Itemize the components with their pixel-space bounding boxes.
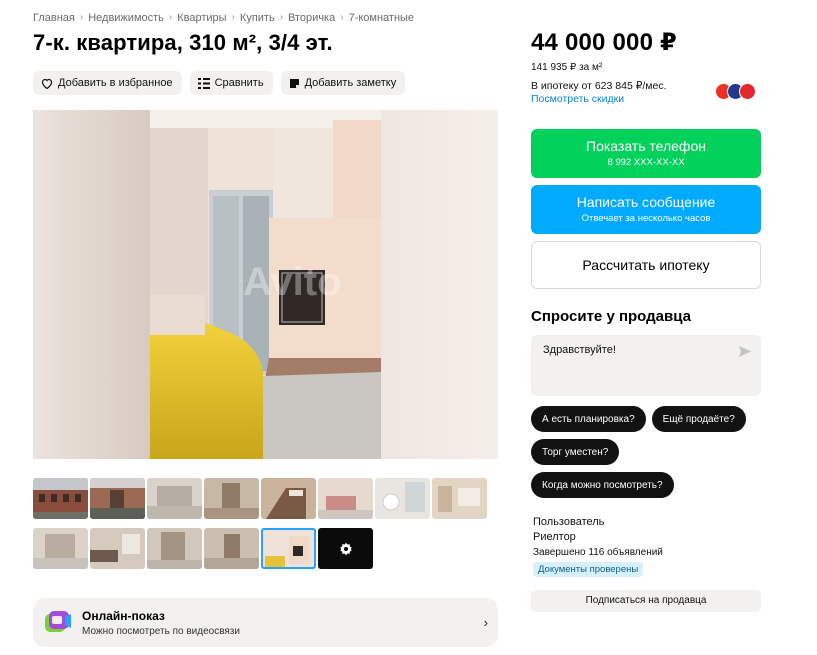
video-call-icon — [43, 608, 73, 638]
online-show-title: Онлайн-показ — [82, 608, 165, 623]
sovcom-logo-icon — [739, 83, 756, 100]
photo-thumbnail[interactable] — [33, 528, 88, 569]
chevron-right-icon: › — [483, 615, 488, 630]
calculate-mortgage-button[interactable]: Рассчитать ипотеку — [531, 241, 761, 289]
price-per-meter: 141 935 ₽ за м² — [531, 62, 603, 73]
photo-thumbnail[interactable] — [375, 478, 430, 519]
quick-question-chip[interactable]: Торг уместен? — [531, 439, 620, 465]
listing-actions: Добавить в избранное Сравнить Добавить з… — [33, 71, 406, 95]
add-to-favorites-label: Добавить в избранное — [58, 77, 173, 89]
seller-role: Риелтор — [533, 531, 576, 543]
quick-question-chip[interactable]: Ещё продаёте? — [651, 406, 746, 432]
photo-thumbnail-active[interactable] — [261, 528, 316, 569]
photo-thumbnail[interactable] — [204, 478, 259, 519]
breadcrumb-separator: › — [340, 12, 344, 23]
documents-verified-badge: Документы проверены — [533, 562, 644, 577]
photo-thumbnail[interactable] — [90, 478, 145, 519]
svg-text:Avito: Avito — [243, 260, 342, 304]
seller-completed-ads: Завершено 116 объявлений — [533, 547, 663, 558]
photo-thumbnail[interactable] — [204, 528, 259, 569]
breadcrumb-buy[interactable]: Купить — [240, 12, 275, 24]
message-text: Здравствуйте! — [543, 344, 616, 356]
send-icon[interactable] — [739, 346, 751, 360]
add-note-label: Добавить заметку — [304, 77, 397, 89]
photo-thumbnail[interactable] — [33, 478, 88, 519]
photo-thumbnail[interactable] — [147, 528, 202, 569]
photo-thumbnail[interactable] — [432, 478, 487, 519]
quick-question-chip[interactable]: А есть планировка? — [531, 406, 646, 432]
breadcrumb-home[interactable]: Главная — [33, 12, 75, 24]
add-to-favorites-button[interactable]: Добавить в избранное — [33, 71, 182, 95]
ask-seller-title: Спросите у продавца — [531, 308, 691, 325]
compare-icon — [197, 77, 210, 89]
online-show-subtitle: Можно посмотреть по видеосвязи — [82, 625, 240, 637]
breadcrumb-apartments[interactable]: Квартиры — [177, 12, 226, 24]
write-message-label: Написать сообщение — [576, 194, 716, 210]
online-show-card[interactable]: Онлайн-показ Можно посмотреть по видеосв… — [33, 598, 498, 647]
view-discounts-link[interactable]: Посмотреть скидки — [531, 93, 624, 105]
breadcrumb-separator: › — [79, 12, 84, 23]
photo-thumbnail[interactable] — [318, 478, 373, 519]
phone-masked: 8 992 XXX-XX-XX — [607, 157, 685, 168]
breadcrumb-7-rooms[interactable]: 7-комнатные — [349, 12, 414, 24]
photo-thumbnail[interactable] — [261, 478, 316, 519]
show-phone-button[interactable]: Показать телефон 8 992 XXX-XX-XX — [531, 129, 761, 178]
gear-icon — [339, 542, 352, 555]
breadcrumb-separator: › — [279, 12, 284, 23]
more-photos-button[interactable] — [318, 528, 373, 569]
note-icon — [289, 78, 299, 88]
main-photo[interactable]: Avito — [33, 110, 498, 459]
message-input[interactable]: Здравствуйте! — [531, 335, 761, 396]
bank-logos — [715, 83, 756, 100]
subscribe-seller-button[interactable]: Подписаться на продавца — [531, 590, 761, 612]
apartment-photo: Avito — [33, 110, 498, 459]
price: 44 000 000 ₽ — [531, 29, 677, 56]
breadcrumb-secondary[interactable]: Вторичка — [288, 12, 335, 24]
breadcrumb-separator: › — [168, 12, 173, 23]
photo-thumbnails — [33, 478, 503, 578]
seller-info: Пользователь Риелтор Завершено 116 объяв… — [533, 516, 663, 577]
photo-thumbnail[interactable] — [90, 528, 145, 569]
breadcrumb: Главная › Недвижимость › Квартиры › Купи… — [33, 12, 414, 24]
photo-thumbnail[interactable] — [147, 478, 202, 519]
write-message-button[interactable]: Написать сообщение Отвечает за несколько… — [531, 185, 761, 234]
breadcrumb-separator: › — [231, 12, 235, 23]
reply-time: Отвечает за несколько часов — [581, 213, 711, 224]
page-title: 7-к. квартира, 310 м², 3/4 эт. — [33, 30, 333, 55]
show-phone-label: Показать телефон — [586, 138, 706, 154]
add-note-button[interactable]: Добавить заметку — [280, 71, 406, 95]
heart-icon — [41, 78, 53, 89]
quick-questions: А есть планировка? Ещё продаёте? Торг ум… — [531, 406, 771, 505]
compare-label: Сравнить — [214, 77, 264, 89]
breadcrumb-realty[interactable]: Недвижимость — [88, 12, 164, 24]
seller-name[interactable]: Пользователь — [533, 516, 663, 528]
quick-question-chip[interactable]: Когда можно посмотреть? — [531, 472, 674, 498]
compare-button[interactable]: Сравнить — [189, 71, 273, 95]
mortgage-payment: В ипотеку от 623 845 ₽/мес. — [531, 80, 667, 92]
